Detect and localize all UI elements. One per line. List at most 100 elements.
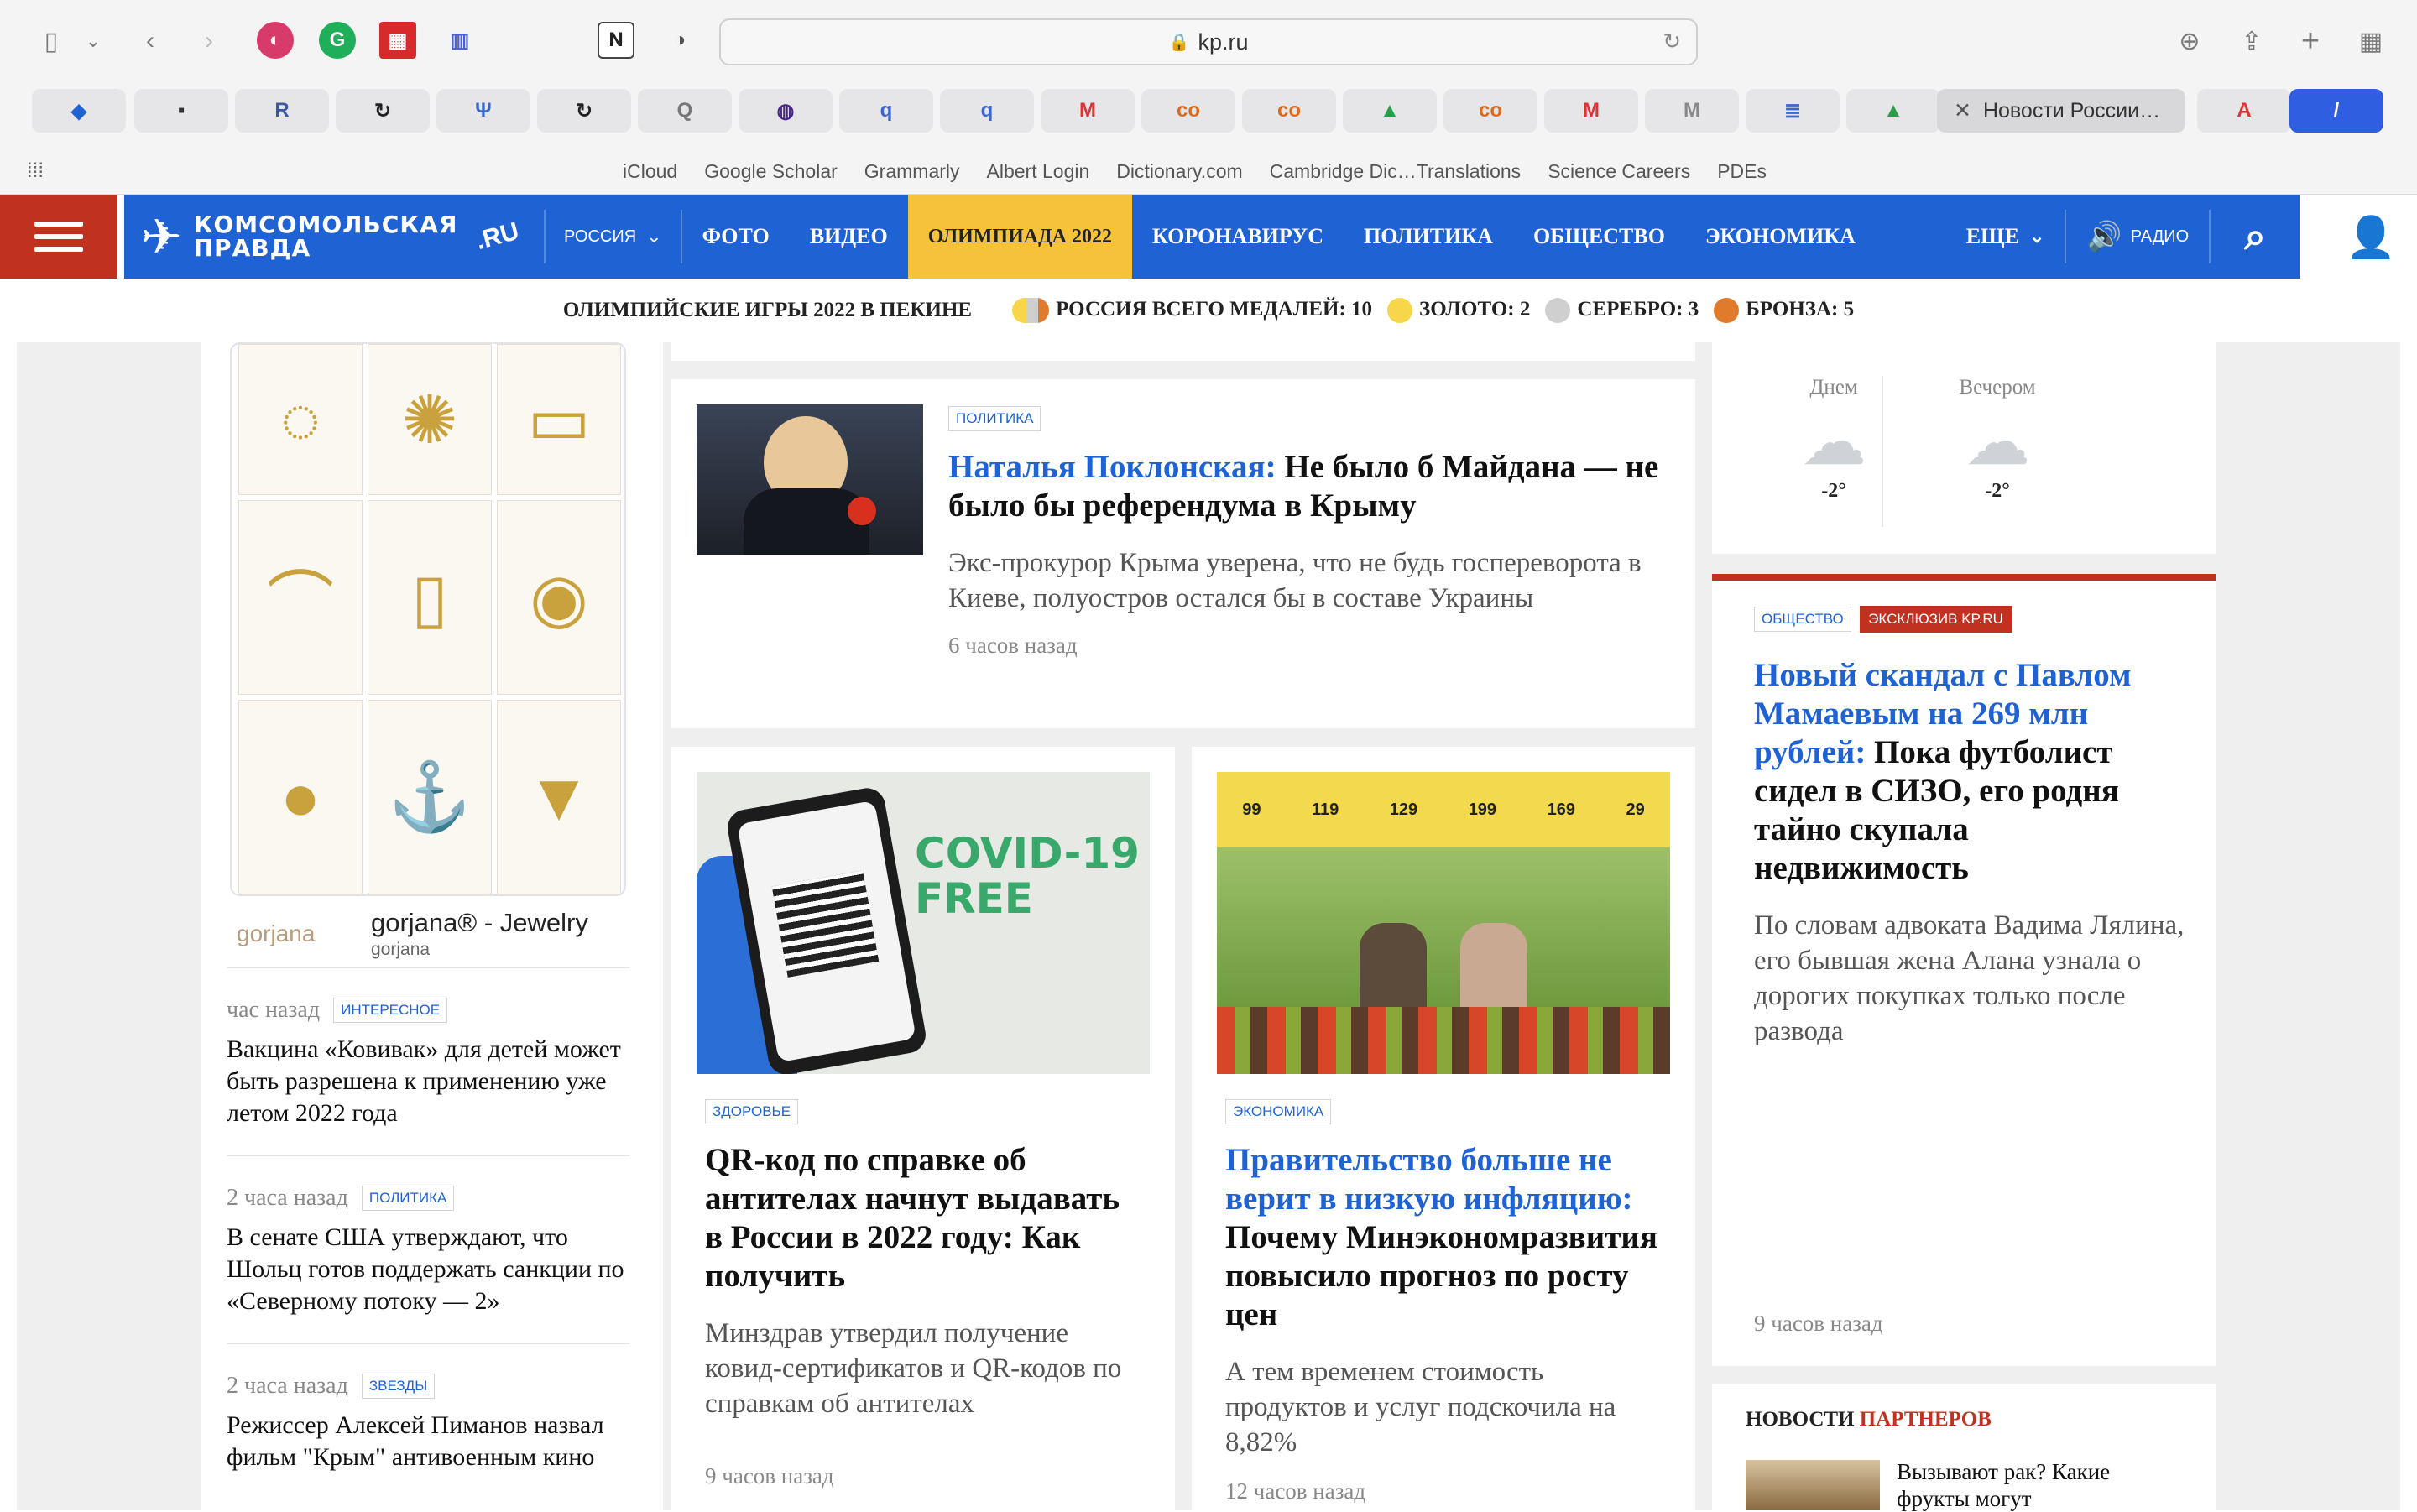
tab-pinned[interactable]: ▪ [134,89,228,133]
forward-icon[interactable]: › [190,22,228,60]
chevron-down-icon[interactable]: ⌄ [74,22,112,60]
category-tag[interactable]: ЗВЕЗДЫ [361,1374,436,1399]
nav-item-society[interactable]: ОБЩЕСТВО [1513,195,1685,279]
nav-item-economy[interactable]: ЭКОНОМИКА [1685,195,1876,279]
extension-chart-icon[interactable]: ▥ [441,22,478,59]
category-tag[interactable]: ПОЛИТИКА [361,1186,455,1211]
news-photo[interactable]: COVID-19 FREE [697,772,1150,1074]
reload-icon[interactable]: ↻ [1663,29,1681,55]
favorite-link[interactable]: Dictionary.com [1116,160,1242,183]
exclusive-tag[interactable]: ЭКСКЛЮЗИВ KP.RU [1860,606,2012,633]
tab-pinned[interactable]: Q [638,89,732,133]
news-card-economy[interactable]: 99 119 129 199 169 29 ЭКОНОМИКА Правител… [1192,747,1695,1510]
share-icon[interactable]: ⇪ [2232,22,2271,60]
tab-pinned[interactable]: q [940,89,1034,133]
nav-item-video[interactable]: ВИДЕО [790,195,908,279]
news-title[interactable]: Наталья Поклонская: Не было б Майдана — … [948,448,1670,525]
category-tag[interactable]: ПОЛИТИКА [948,406,1041,431]
ad-banner[interactable]: ◌ ✺ ▭ ⌒ ▯ ◉ ● ⚓ ▼ [230,342,626,896]
more-label: ЕЩЕ [1965,224,2019,248]
tab-overview-icon[interactable]: ▦ [2352,22,2390,60]
news-card-health[interactable]: COVID-19 FREE ЗДОРОВЬЕ QR-код по справке… [671,747,1175,1510]
tab-pinned[interactable]: / [2289,89,2383,133]
url-text: kp.ru [1198,29,1249,55]
hamburger-menu-icon[interactable] [0,195,117,279]
news-title[interactable]: Вакцина «Ковивак» для детей может быть р… [227,1034,629,1129]
tab-pinned[interactable]: M [1041,89,1135,133]
news-time: час назад [227,997,321,1023]
news-title[interactable]: QR-код по справке об антителах начнут вы… [705,1141,1141,1296]
site-logo[interactable]: ✈ КОМСОМОЛЬСКАЯ ПРАВДА .RU [124,195,544,279]
grid-icon[interactable]: ⁞⁞⁞ [27,159,44,183]
ad-footer[interactable]: gorjana gorjana® - Jewelry gorjana [230,896,626,972]
news-title[interactable]: Правительство больше не верит в низкую и… [1225,1141,1670,1334]
news-title[interactable]: В сенате США утверждают, что Шольц готов… [227,1222,629,1317]
tab-pinned[interactable]: M [1544,89,1638,133]
tab-pinned[interactable]: M [1645,89,1739,133]
tab-pinned[interactable]: co [1443,89,1537,133]
news-photo[interactable] [697,404,923,555]
tab-pinned[interactable]: co [1141,89,1235,133]
tab-pinned[interactable]: ▲ [1846,89,1940,133]
tab-pinned[interactable]: Ψ [436,89,530,133]
favorite-link[interactable]: Cambridge Dic…Translations [1270,160,1522,183]
partner-title[interactable]: Вызывают рак? Какие фрукты могут [1897,1458,2182,1512]
cloud-icon: ☁ [1801,405,1866,478]
radio-button[interactable]: 🔊 РАДИО [2066,195,2209,279]
download-icon[interactable]: ⊕ [2170,22,2209,60]
tab-pinned[interactable]: ◆ [32,89,126,133]
user-icon[interactable]: 👤 [2325,195,2417,279]
close-icon[interactable]: ✕ [1954,98,1971,123]
tab-pinned[interactable]: co [1242,89,1336,133]
category-tag[interactable]: ОБЩЕСТВО [1754,607,1851,632]
favorite-link[interactable]: Science Careers [1548,160,1690,183]
tab-pinned[interactable]: A [2197,89,2291,133]
news-photo[interactable]: 99 119 129 199 169 29 [1217,772,1670,1074]
extension-icon[interactable]: ◐ [257,22,294,59]
ad-brand-logo: gorjana [237,920,316,946]
nav-item-olympics[interactable]: ОЛИМПИАДА 2022 [907,195,1132,279]
tab-pinned[interactable]: ↻ [336,89,430,133]
news-time: 12 часов назад [1225,1478,1366,1504]
partner-thumbnail[interactable] [1746,1460,1880,1510]
category-tag[interactable]: ЗДОРОВЬЕ [705,1099,799,1124]
shield-icon[interactable]: ◑ [661,22,698,59]
chevron-down-icon: ⌄ [646,226,662,247]
tab-pinned[interactable]: R [235,89,329,133]
nav-item-coronavirus[interactable]: КОРОНАВИРУС [1132,195,1344,279]
favorite-link[interactable]: Albert Login [987,160,1090,183]
olympics-medal-strip[interactable]: ОЛИМПИЙСКИЕ ИГРЫ 2022 В ПЕКИНЕ РОССИЯ ВС… [0,279,2417,342]
nav-item-photo[interactable]: ФОТО [682,195,790,279]
favorite-link[interactable]: Grammarly [864,160,960,183]
category-tag[interactable]: ИНТЕРЕСНОЕ [333,998,448,1023]
nav-item-politics[interactable]: ПОЛИТИКА [1344,195,1513,279]
search-icon[interactable]: ⌕ [2211,195,2300,279]
tab-pinned[interactable]: ≣ [1746,89,1840,133]
notion-icon[interactable]: N [598,22,634,59]
grammarly-icon[interactable]: G [319,22,356,59]
tab-pinned[interactable]: ◍ [739,89,833,133]
weather-widget[interactable]: Днем ☁ -2° Вечером ☁ -2° [1712,342,2216,554]
tab-pinned[interactable]: q [839,89,933,133]
address-bar[interactable]: 🔒 kp.ru ↻ [719,18,1698,65]
tab-pinned[interactable]: ▲ [1343,89,1437,133]
list-item[interactable]: 2 часа назад ЗВЕЗДЫ Режиссер Алексей Пима… [227,1343,629,1499]
news-title[interactable]: Режиссер Алексей Пиманов назвал фильм "К… [227,1410,629,1473]
news-card-top[interactable]: ПОЛИТИКА Наталья Поклонская: Не было б М… [671,379,1695,728]
back-icon[interactable]: ‹ [131,22,170,60]
tab-pinned[interactable]: ↻ [537,89,631,133]
favorite-link[interactable]: PDEs [1717,160,1767,183]
favorite-link[interactable]: Google Scholar [704,160,838,183]
news-title[interactable]: Новый скандал с Павлом Мамаевым на 269 м… [1754,656,2190,888]
new-tab-icon[interactable]: + [2291,22,2330,60]
list-item[interactable]: час назад ИНТЕРЕСНОЕ Вакцина «Ковивак» дл… [227,967,629,1155]
sidebar-toggle-icon[interactable]: ▯ [32,22,70,60]
tab-active[interactable]: ✕ Новости России… [1937,89,2185,133]
category-tag[interactable]: ЭКОНОМИКА [1225,1099,1332,1124]
mendeley-icon[interactable]: ▦ [379,22,416,59]
news-card-exclusive[interactable]: ОБЩЕСТВО ЭКСКЛЮЗИВ KP.RU Новый скандал с… [1712,574,2216,1366]
more-menu[interactable]: ЕЩЕ ⌄ [1946,195,2065,279]
favorite-link[interactable]: iCloud [623,160,677,183]
region-selector[interactable]: РОССИЯ ⌄ [546,195,681,279]
list-item[interactable]: 2 часа назад ПОЛИТИКА В сенате США утверж… [227,1155,629,1343]
